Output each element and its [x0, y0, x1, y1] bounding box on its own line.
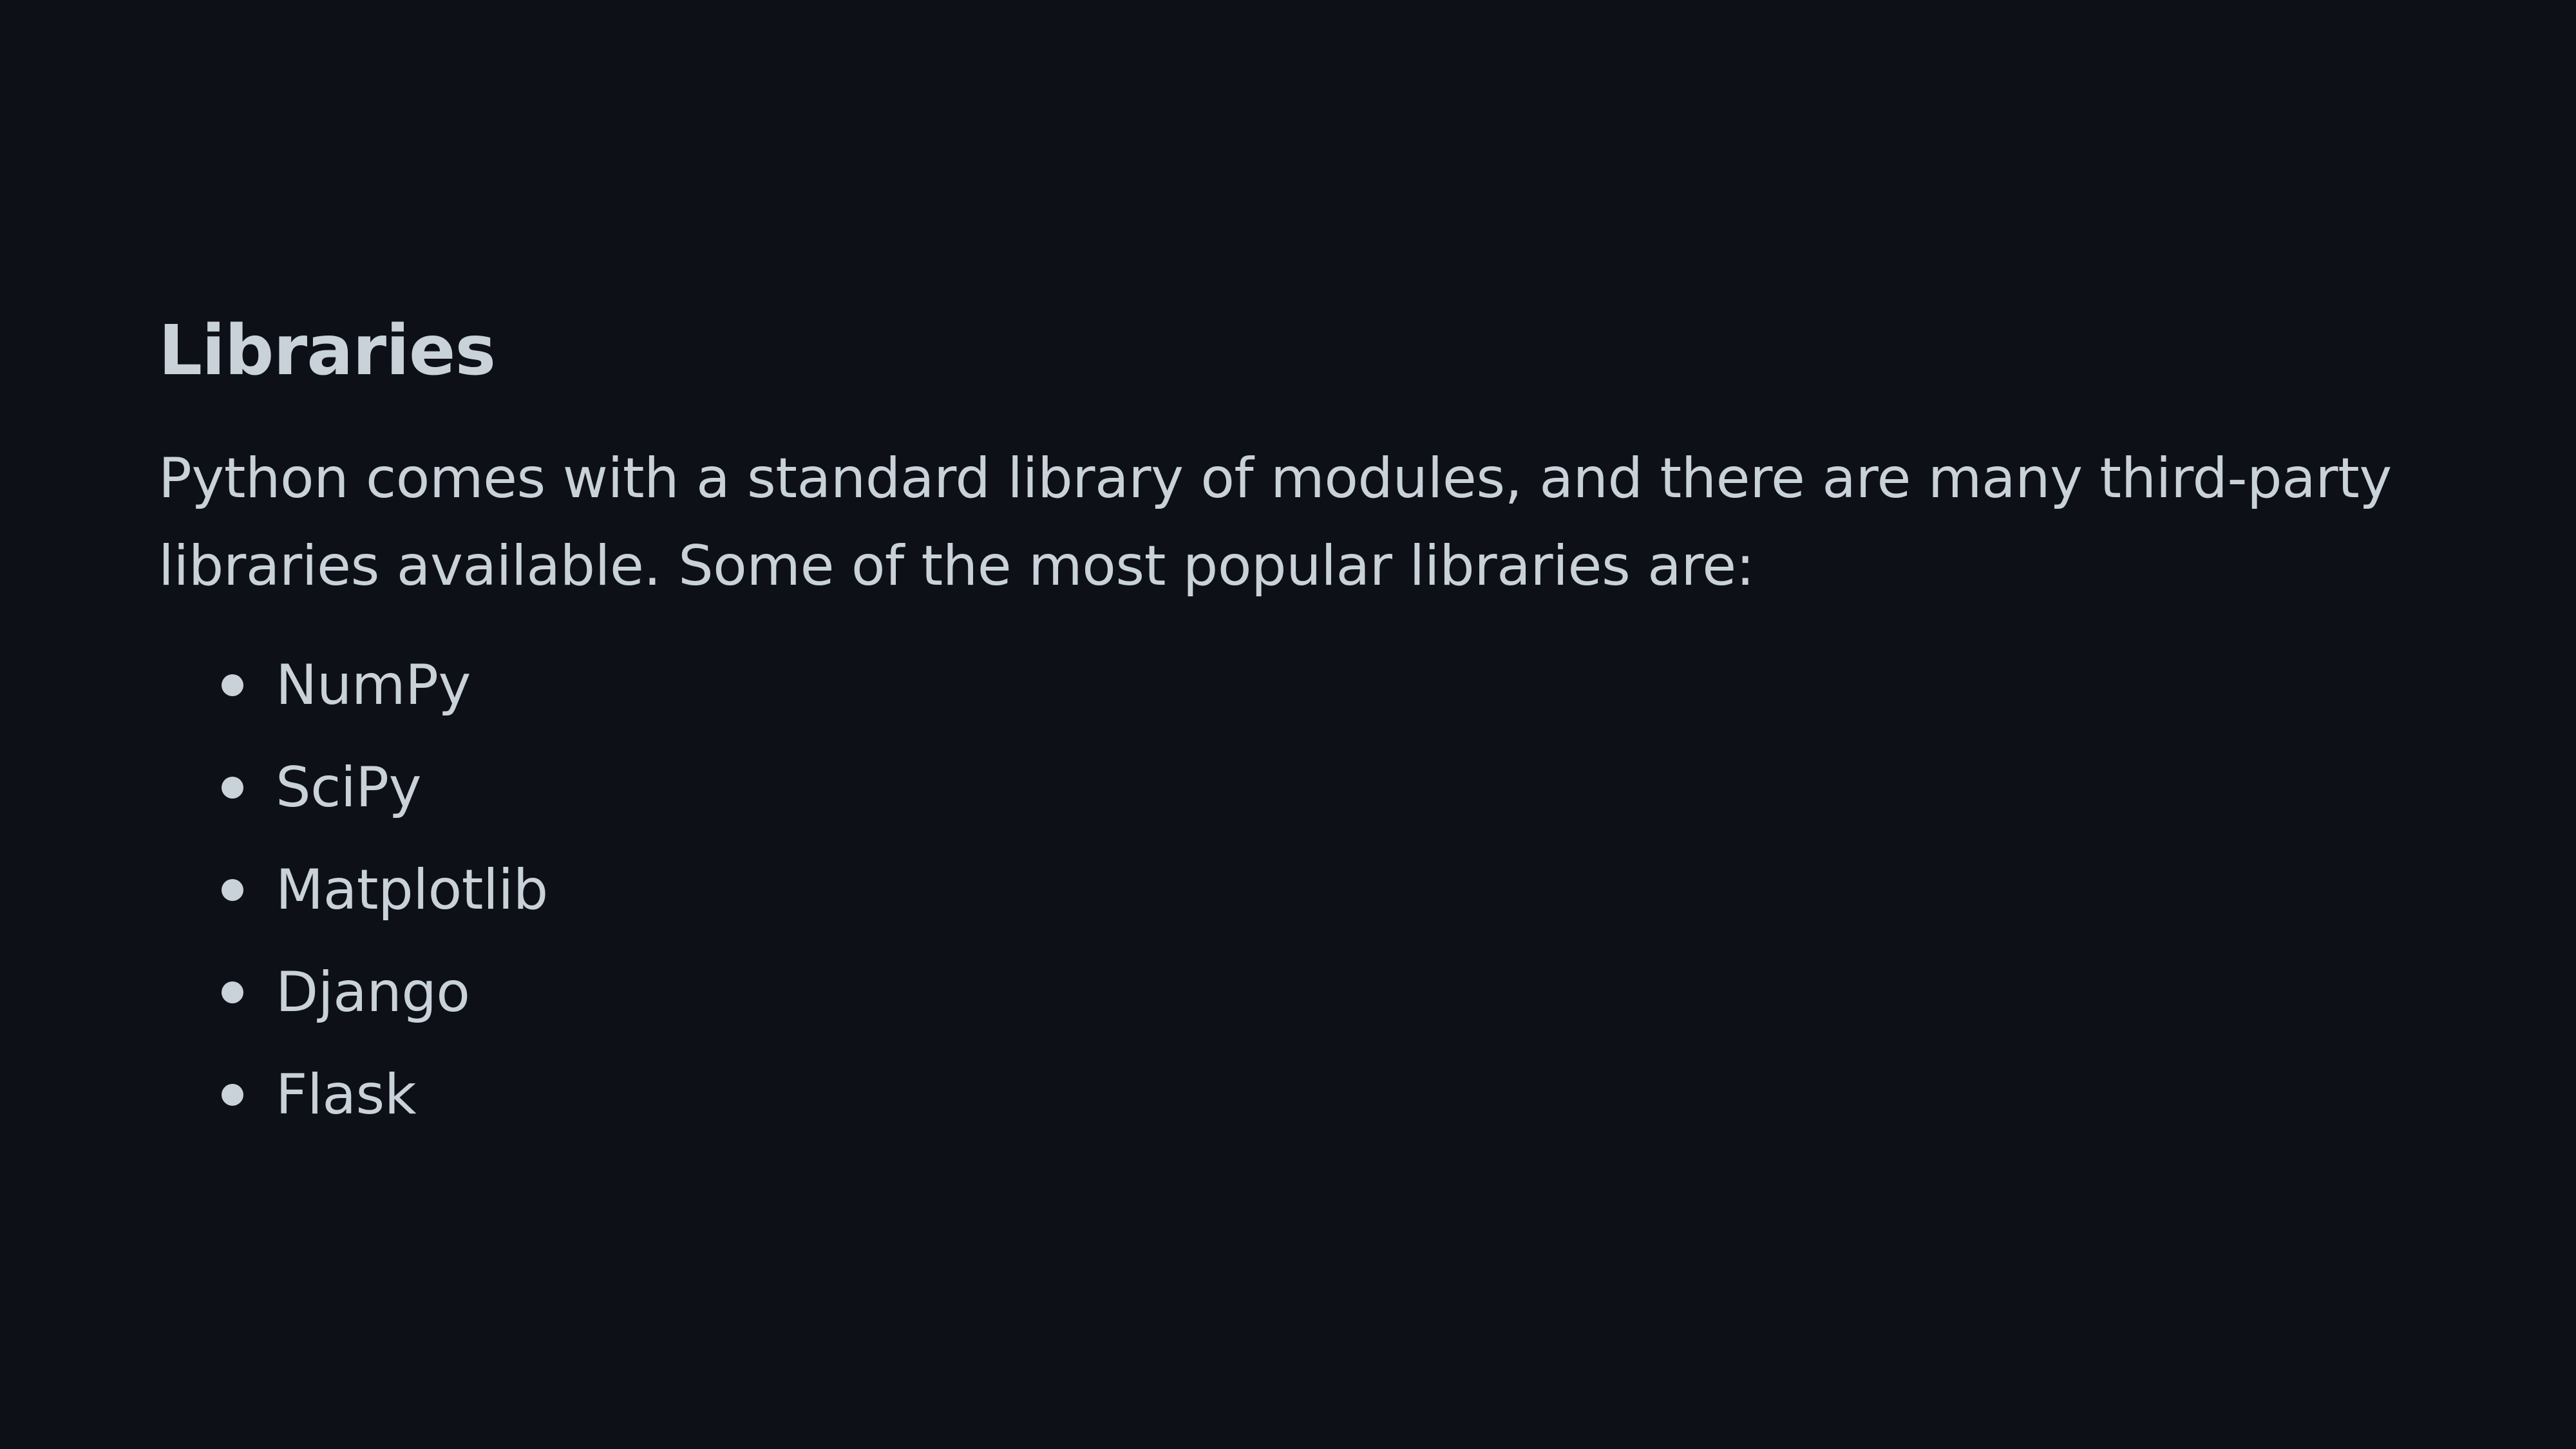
- bullet-icon: [222, 674, 243, 696]
- library-name: SciPy: [276, 755, 422, 820]
- list-item: Matplotlib: [158, 839, 2425, 942]
- library-name: Django: [276, 960, 470, 1025]
- list-item: NumPy: [158, 634, 2425, 737]
- bullet-icon: [222, 777, 243, 799]
- section-paragraph: Python comes with a standard library of …: [158, 446, 2392, 598]
- document-section: Libraries Python comes with a standard l…: [158, 303, 2425, 1146]
- library-name: Matplotlib: [276, 858, 548, 922]
- bullet-icon: [222, 879, 243, 901]
- section-heading: Libraries: [158, 311, 496, 391]
- list-item: Flask: [158, 1044, 2425, 1146]
- library-name: NumPy: [276, 653, 471, 717]
- list-item: SciPy: [158, 737, 2425, 839]
- library-list: NumPy SciPy Matplotlib Django Flask: [158, 634, 2425, 1146]
- bullet-icon: [222, 1084, 243, 1106]
- bullet-icon: [222, 981, 243, 1003]
- list-item: Django: [158, 942, 2425, 1044]
- library-name: Flask: [276, 1063, 417, 1127]
